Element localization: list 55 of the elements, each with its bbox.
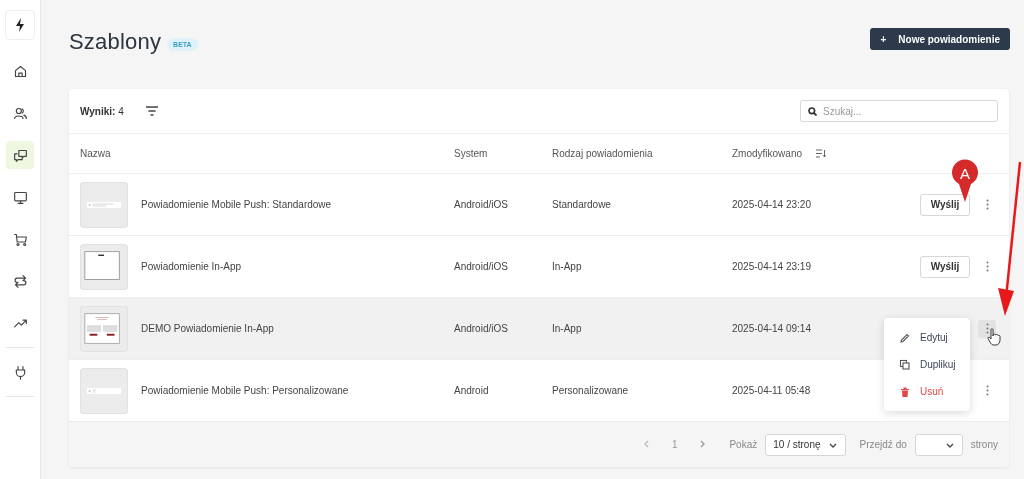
system-cell: Android/iOS <box>454 261 508 272</box>
template-thumbnail <box>80 305 128 352</box>
modified-cell: 2025-04-14 09:14 <box>732 323 811 334</box>
menu-item[interactable]: Edytuj <box>884 324 970 351</box>
modified-cell: 2025-04-11 05:48 <box>732 385 811 396</box>
template-name[interactable]: Powiadomienie Mobile Push: Personalizowane <box>141 385 349 396</box>
menu-item[interactable]: Usuń <box>884 378 970 405</box>
column-header: System <box>454 148 488 159</box>
home-icon <box>12 63 28 79</box>
sidebar-item[interactable] <box>6 141 34 169</box>
hand-cursor-icon <box>987 328 1001 346</box>
goto-label: Przejdź do <box>859 439 907 450</box>
pencil-icon <box>899 331 911 344</box>
monitor-icon <box>12 189 28 205</box>
column-header: Nazwa <box>80 148 111 159</box>
type-cell: In-App <box>552 261 582 272</box>
trash-icon <box>899 385 911 398</box>
template-name[interactable]: Powiadomienie In-App <box>141 261 242 272</box>
users-icon <box>12 105 28 121</box>
kebab-icon <box>985 385 989 396</box>
new-notification-button[interactable]: + Nowe powiadomienie <box>870 28 1010 50</box>
system-cell: Android/iOS <box>454 323 508 334</box>
lightning-bolt-icon <box>15 18 25 32</box>
kebab-icon <box>985 323 989 334</box>
system-cell: Android/iOS <box>454 199 508 210</box>
kebab-icon <box>985 261 989 272</box>
results-count: Wyniki: 4 <box>80 105 124 117</box>
type-cell: In-App <box>552 323 582 334</box>
search-field[interactable]: Szukaj... <box>800 100 998 122</box>
modified-cell: 2025-04-14 23:20 <box>732 199 811 210</box>
type-cell: Standardowe <box>552 199 611 210</box>
column-header: Zmodyfikowano <box>732 148 803 159</box>
logo-tile[interactable] <box>5 10 35 40</box>
column-header: Rodzaj powiadomienia <box>552 148 653 159</box>
filter-icon[interactable] <box>145 106 158 116</box>
type-cell: Personalizowane <box>552 385 629 396</box>
chat-bubbles-icon <box>12 147 28 163</box>
template-thumbnail <box>80 367 128 414</box>
kebab-icon <box>985 199 989 210</box>
pages-suffix: strony <box>970 439 998 450</box>
template-name[interactable]: Powiadomienie Mobile Push: Standardowe <box>141 199 332 210</box>
show-label: Pokaż <box>729 439 758 450</box>
modified-cell: 2025-04-14 23:19 <box>732 261 811 272</box>
send-button[interactable]: Wyślij <box>920 255 970 278</box>
copy-icon <box>899 358 911 371</box>
template-thumbnail <box>80 181 128 228</box>
search-icon <box>808 107 817 116</box>
page-title: Szablony <box>69 30 162 54</box>
page-size-select[interactable]: 10 / stronę <box>765 433 846 456</box>
template-name[interactable]: DEMO Powiadomienie In-App <box>141 323 274 334</box>
cart-icon <box>12 231 28 247</box>
arrows-flow-icon <box>12 273 28 289</box>
template-thumbnail <box>80 243 128 290</box>
system-cell: Android <box>454 385 489 396</box>
sort-icon <box>816 149 827 158</box>
